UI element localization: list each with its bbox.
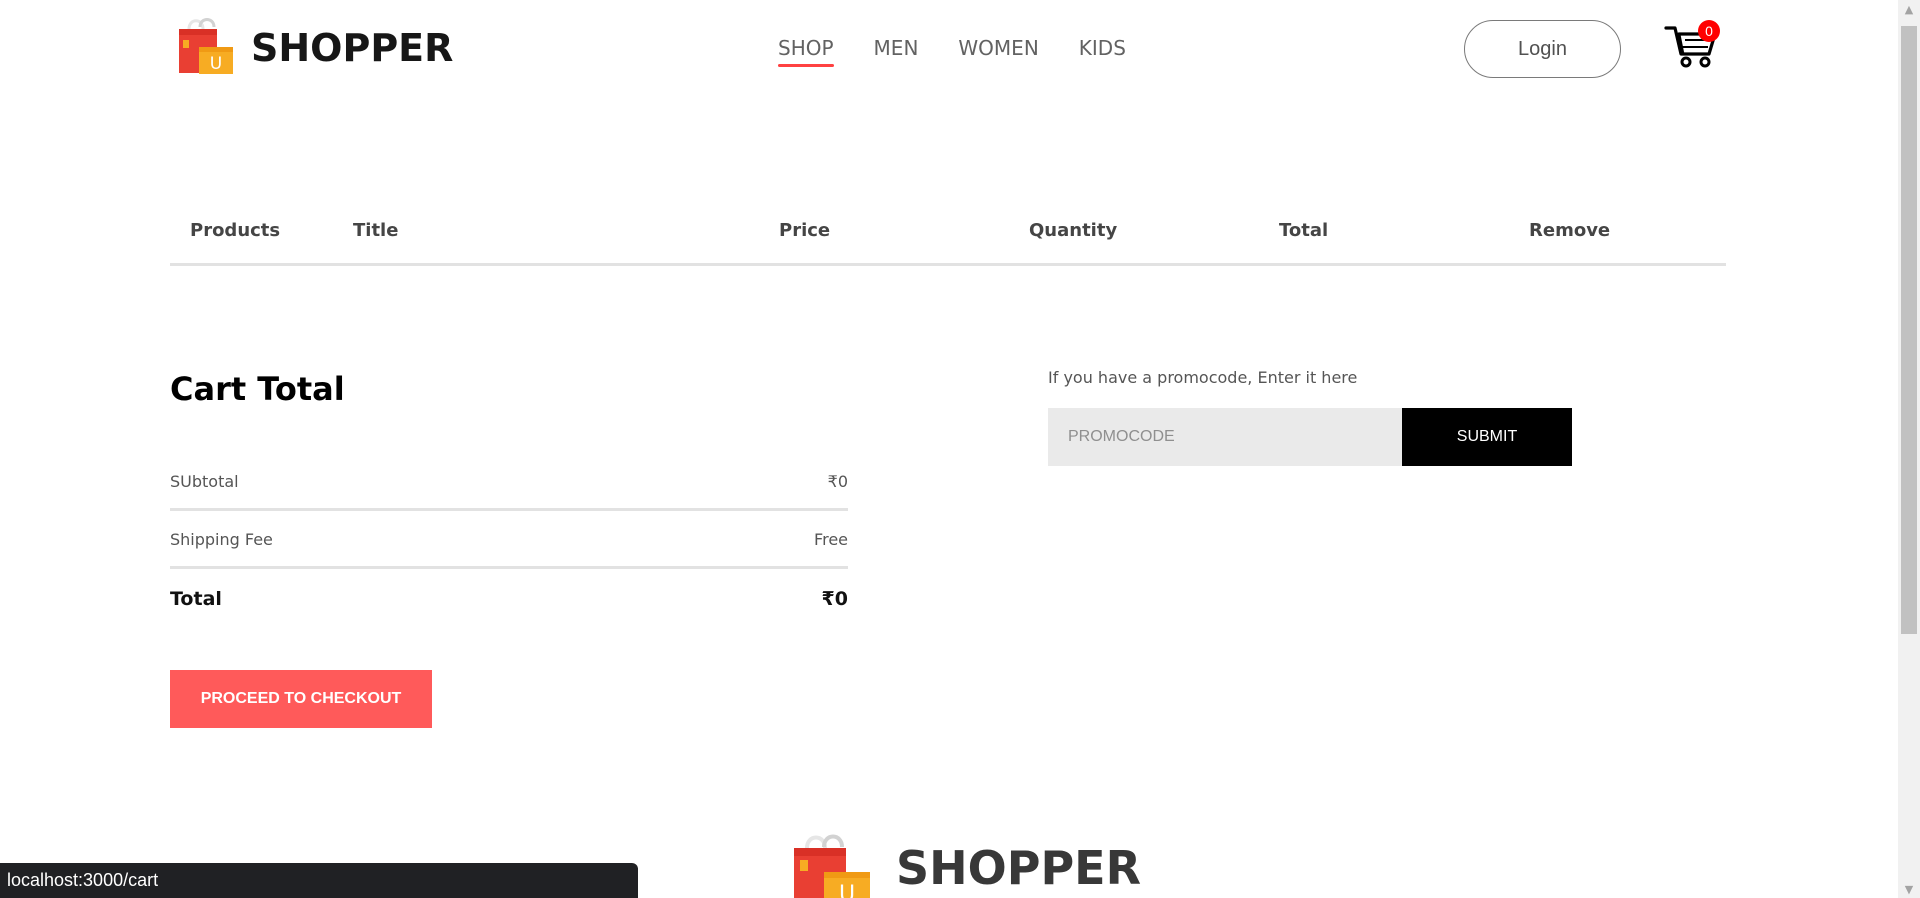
logo-text: SHOPPER <box>251 26 454 70</box>
footer-brand-text: SHOPPER <box>896 841 1142 895</box>
shipping-label: Shipping Fee <box>170 530 273 549</box>
nav-item-kids[interactable]: KIDS <box>1079 36 1126 60</box>
svg-text:U: U <box>839 882 855 898</box>
shipping-value: Free <box>814 530 848 549</box>
subtotal-value: ₹0 <box>827 472 848 491</box>
shopping-bag-icon: U <box>175 18 239 78</box>
login-button[interactable]: Login <box>1464 20 1621 78</box>
promocode-section: If you have a promocode, Enter it here S… <box>1048 368 1572 466</box>
scroll-down-icon[interactable]: ▼ <box>1898 880 1920 898</box>
cart-totals: Cart Total SUbtotal ₹0 Shipping Fee Free… <box>170 370 848 728</box>
shopping-bag-icon: U <box>790 833 874 898</box>
cart-table-header: Products Title Price Quantity Total Remo… <box>170 218 1726 266</box>
nav-item-men[interactable]: MEN <box>874 36 919 60</box>
cart-total-title: Cart Total <box>170 370 345 408</box>
scrollbar-thumb[interactable] <box>1901 26 1917 634</box>
header-title: Title <box>353 220 399 241</box>
divider <box>170 508 848 511</box>
promocode-prompt: If you have a promocode, Enter it here <box>1048 368 1358 387</box>
navbar: U SHOPPER SHOP MEN WOMEN KIDS Login 0 <box>0 0 1898 100</box>
total-label: Total <box>170 588 222 610</box>
promocode-input[interactable] <box>1048 408 1402 466</box>
vertical-scrollbar[interactable]: ▲ ▼ <box>1898 0 1920 898</box>
browser-status-bar: localhost:3000/cart <box>0 863 638 898</box>
total-row: Total ₹0 <box>170 588 848 618</box>
scroll-up-icon[interactable]: ▲ <box>1898 0 1920 18</box>
subtotal-row: SUbtotal ₹0 <box>170 472 848 502</box>
nav-item-women[interactable]: WOMEN <box>958 36 1038 60</box>
proceed-to-checkout-button[interactable]: PROCEED TO CHECKOUT <box>170 670 432 728</box>
subtotal-label: SUbtotal <box>170 472 239 491</box>
nav-item-shop[interactable]: SHOP <box>778 36 834 67</box>
header-total: Total <box>1279 220 1329 241</box>
cart-page: U SHOPPER SHOP MEN WOMEN KIDS Login 0 Pr… <box>0 0 1898 898</box>
cart-count-badge: 0 <box>1698 20 1720 42</box>
logo[interactable]: U SHOPPER <box>175 18 453 78</box>
header-remove: Remove <box>1529 220 1611 241</box>
total-value: ₹0 <box>821 588 848 610</box>
header-price: Price <box>779 220 831 241</box>
header-products: Products <box>190 220 281 241</box>
footer-logo[interactable]: U SHOPPER <box>790 833 1141 898</box>
promocode-submit-button[interactable]: SUBMIT <box>1402 408 1572 466</box>
header-quantity: Quantity <box>1029 220 1118 241</box>
nav-menu: SHOP MEN WOMEN KIDS <box>778 36 1126 67</box>
shipping-row: Shipping Fee Free <box>170 530 848 560</box>
promocode-box: SUBMIT <box>1048 408 1572 466</box>
svg-text:U: U <box>210 54 222 74</box>
divider <box>170 566 848 569</box>
